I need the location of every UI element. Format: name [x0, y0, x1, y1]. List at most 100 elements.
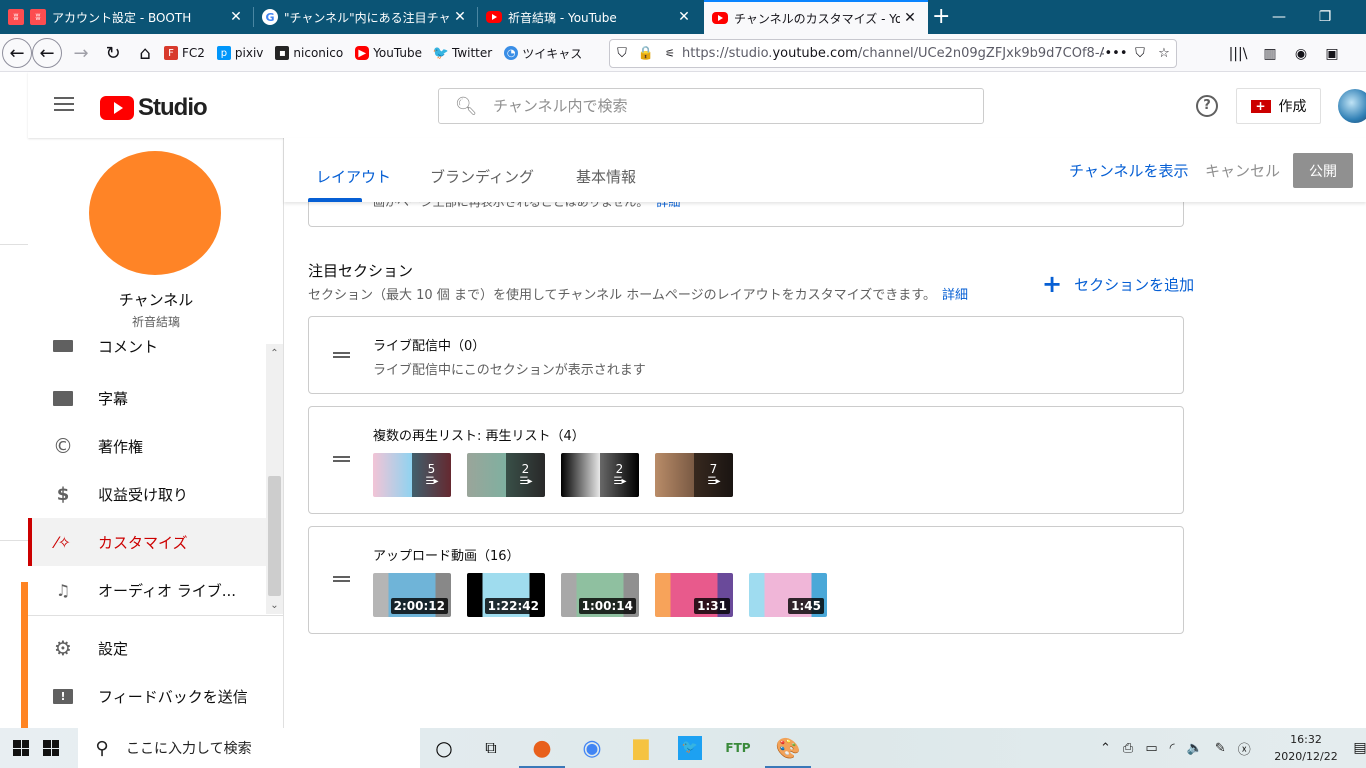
video-thumbnail[interactable]: 1:00:14 [561, 573, 639, 617]
new-tab-button[interactable]: + [932, 4, 950, 29]
sidebar-item-monetization[interactable]: $ 収益受け取り [28, 470, 266, 518]
help-icon[interactable]: ? [1196, 95, 1218, 117]
wifi-icon[interactable]: ◜ [1170, 741, 1175, 756]
sidebar-scrollbar[interactable]: ⌃ ⌄ [266, 344, 283, 614]
close-tab-icon[interactable]: ✕ [226, 9, 246, 25]
video-thumbnail[interactable]: 2:00:12 [373, 573, 451, 617]
sidebar-item-subtitles[interactable]: 字幕 [28, 374, 266, 422]
ftp-app-icon[interactable]: FTP [724, 734, 752, 762]
cortana-icon[interactable]: ○ [430, 734, 458, 762]
playlist-icon: ☰▸ [613, 476, 627, 488]
browser-tab-google[interactable]: G "チャンネル"内にある注目チャンネル ✕ [254, 0, 478, 34]
close-circle-icon[interactable]: ⓧ [1238, 739, 1251, 758]
camera-icon[interactable]: ⎙ [1123, 741, 1133, 756]
notifications-icon[interactable]: ▤ [1346, 734, 1366, 762]
add-section-button[interactable]: + セクションを追加 [1042, 272, 1194, 296]
channel-search[interactable]: 🔍︎ [438, 88, 984, 124]
video-thumbnail[interactable]: 1:45 [749, 573, 827, 617]
sidebar-item-settings[interactable]: ⚙ 設定 [28, 624, 266, 672]
tab-layout[interactable]: レイアウト [316, 166, 391, 187]
sidebar-item-customize[interactable]: ⁄✧ カスタマイズ [28, 518, 266, 566]
permissions-icon[interactable]: ⚟ [658, 47, 682, 60]
bookmark-fc2[interactable]: F FC2 [164, 46, 205, 60]
section-card-playlists[interactable]: 複数の再生リスト: 再生リスト（4） 5 ☰▸ 2 ☰▸ 2 ☰▸ 7 ☰▸ [308, 406, 1184, 514]
paint-icon[interactable]: 🎨 [765, 734, 811, 768]
bookmark-niconico[interactable]: ▪ niconico [275, 46, 343, 60]
sidebar-item-audio-library[interactable]: ♫ オーディオ ライブ... [28, 566, 266, 614]
scroll-up-icon[interactable]: ⌃ [266, 346, 283, 362]
playlist-thumbnail[interactable]: 2 ☰▸ [467, 453, 545, 497]
menu-icon[interactable] [54, 97, 74, 111]
drag-handle-icon[interactable] [333, 456, 350, 462]
scrollbar-thumb[interactable] [268, 476, 281, 596]
account-icon[interactable]: ◉ [1287, 40, 1315, 68]
shield-icon[interactable]: ⛉ [610, 46, 634, 61]
file-explorer-icon[interactable]: ▇ [627, 734, 655, 762]
google-icon: G [262, 9, 278, 25]
twitter-app-icon[interactable]: 🐦 [676, 734, 704, 762]
video-thumbnail[interactable]: 1:31 [655, 573, 733, 617]
bookmark-twitter[interactable]: 🐦 Twitter [433, 46, 492, 61]
back-button-secondary[interactable]: ← [32, 38, 62, 68]
bookmark-star-icon[interactable]: ☆ [1152, 46, 1176, 61]
url-text[interactable]: https://studio.youtube.com/channel/UCe2n… [682, 46, 1104, 61]
close-tab-icon[interactable]: ✕ [900, 10, 920, 26]
section-card-live[interactable]: ライブ配信中（0） ライブ配信中にこのセクションが表示されます [308, 316, 1184, 394]
tab-branding[interactable]: ブランディング [430, 166, 534, 187]
bookmark-pixiv[interactable]: p pixiv [216, 46, 263, 60]
bookmark-youtube[interactable]: ▶ YouTube [355, 46, 422, 60]
search-input[interactable] [493, 97, 983, 115]
forward-button[interactable]: → [66, 38, 96, 68]
cancel-button[interactable]: キャンセル [1205, 160, 1280, 181]
close-tab-icon[interactable]: ✕ [450, 9, 470, 25]
extension-icon[interactable]: ▣ [1318, 40, 1346, 68]
firefox-icon[interactable]: ● [519, 734, 565, 768]
page-actions-icon[interactable]: ••• [1104, 46, 1128, 61]
url-bar[interactable]: ⛉ 🔒 ⚟ https://studio.youtube.com/channel… [609, 39, 1177, 68]
browser-tab-customize[interactable]: チャンネルのカスタマイズ - YouTube ✕ [704, 0, 928, 34]
playlist-thumbnail[interactable]: 2 ☰▸ [561, 453, 639, 497]
battery-icon[interactable]: ▭ [1145, 741, 1157, 756]
publish-button[interactable]: 公開 [1293, 153, 1353, 188]
show-hidden-icons[interactable]: ⌃ [1100, 741, 1111, 756]
playlist-thumbnail[interactable]: 5 ☰▸ [373, 453, 451, 497]
windows-start-icon[interactable] [13, 740, 29, 756]
section-card-uploads[interactable]: アップロード動画（16） 2:00:12 1:22:42 1:00:14 1:3… [308, 526, 1184, 634]
task-view-icon[interactable]: ⧉ [477, 734, 505, 762]
view-channel-button[interactable]: チャンネルを表示 [1069, 160, 1189, 181]
video-thumbnail[interactable]: 1:22:42 [467, 573, 545, 617]
sidebar-toggle-icon[interactable]: ▥ [1256, 40, 1284, 68]
browser-tab-booth[interactable]: ʬ ʬ アカウント設定 - BOOTH ✕ [0, 0, 254, 34]
channel-avatar[interactable] [89, 151, 221, 275]
sidebar-item-copyright[interactable]: © 著作権 [28, 422, 266, 470]
lock-icon[interactable]: 🔒 [634, 46, 658, 61]
back-button[interactable]: ← [2, 38, 32, 68]
browser-tab-youtube-channel[interactable]: 祈音結璃 - YouTube ✕ [478, 0, 702, 34]
scroll-down-icon[interactable]: ⌄ [266, 598, 283, 614]
drag-handle-icon[interactable] [333, 352, 350, 358]
reload-button[interactable]: ↻ [98, 38, 128, 68]
drag-handle-icon[interactable] [333, 576, 350, 582]
library-icon[interactable]: |||\ [1224, 40, 1252, 68]
studio-logo[interactable]: Studio [100, 94, 208, 122]
bookmark-twitcasting[interactable]: ◔ ツイキャス [504, 45, 582, 62]
restore-button[interactable]: ❐ [1302, 0, 1348, 34]
details-link[interactable]: 詳細 [942, 288, 968, 303]
volume-icon[interactable]: 🔈 [1187, 741, 1203, 756]
sidebar-item-feedback[interactable]: ! フィードバックを送信 [28, 672, 266, 720]
playlist-thumbnail[interactable]: 7 ☰▸ [655, 453, 733, 497]
taskbar-search[interactable]: ⚲ ここに入力して検索 [78, 728, 420, 768]
pen-icon[interactable]: ✎ [1215, 741, 1226, 756]
tab-basic-info[interactable]: 基本情報 [576, 166, 636, 187]
close-tab-icon[interactable]: ✕ [674, 9, 694, 25]
account-avatar[interactable] [1338, 89, 1366, 123]
sidebar-item-comments[interactable]: コメント [28, 334, 266, 364]
minimize-button[interactable]: — [1256, 0, 1302, 34]
windows-start-icon[interactable] [43, 740, 59, 756]
video-camera-icon: + [1250, 99, 1271, 113]
pocket-icon[interactable]: ⛉ [1128, 46, 1152, 61]
system-clock[interactable]: 16:32 2020/12/22 [1272, 731, 1340, 765]
chrome-icon[interactable]: ◉ [578, 734, 606, 762]
home-button[interactable]: ⌂ [130, 38, 160, 68]
create-button[interactable]: + 作成 [1236, 88, 1321, 124]
